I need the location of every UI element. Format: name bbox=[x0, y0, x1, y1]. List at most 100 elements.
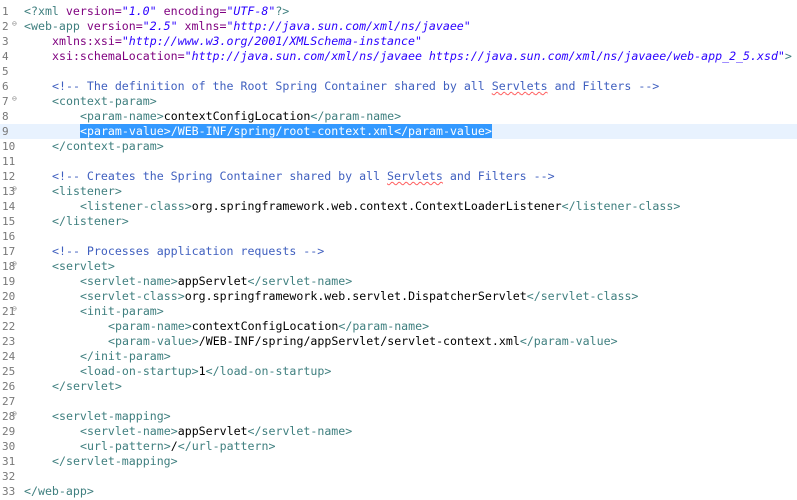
code-content: <param-name>contextConfigLocation</param… bbox=[108, 319, 429, 334]
code-content: <!-- Processes application requests --> bbox=[52, 244, 324, 259]
code-line[interactable]: 26 </servlet> bbox=[0, 379, 797, 394]
line-number: 3 bbox=[2, 35, 9, 48]
code-line[interactable]: 22 <param-name>contextConfigLocation</par… bbox=[0, 319, 797, 334]
code-line[interactable]: 10 </context-param> bbox=[0, 139, 797, 154]
xml-text: 1 bbox=[198, 364, 206, 378]
code-line[interactable]: 1 <?xml version="1.0" encoding="UTF-8"?> bbox=[0, 4, 797, 19]
code-line[interactable]: 2 ⊖ <web-app version="2.5" xmlns="http://j… bbox=[0, 19, 797, 34]
xml-tag: </servlet-name> bbox=[247, 274, 353, 288]
line-number: 16 bbox=[2, 230, 16, 243]
fold-collapse-icon[interactable]: ⊖ bbox=[12, 260, 17, 268]
xml-tag: </servlet> bbox=[52, 379, 122, 393]
code-content: <!-- Creates the Spring Container shared… bbox=[52, 169, 555, 184]
xml-text: appServlet bbox=[177, 424, 248, 438]
code-line-current[interactable]: 9 <param-value>/WEB-INF/spring/root-conte… bbox=[0, 124, 797, 139]
xml-tag: <param-value> bbox=[108, 334, 199, 348]
code-line[interactable]: 6 <!-- The definition of the Root Spring … bbox=[0, 79, 797, 94]
code-line[interactable]: 17 <!-- Processes application requests --… bbox=[0, 244, 797, 259]
line-number: 1 bbox=[2, 5, 9, 18]
code-line[interactable]: 7 ⊖ <context-param> bbox=[0, 94, 797, 109]
code-line[interactable]: 14 <listener-class>org.springframework.we… bbox=[0, 199, 797, 214]
xml-comment: <!-- The definition of the Root Spring C… bbox=[52, 79, 492, 93]
code-content: <servlet-class>org.springframework.web.s… bbox=[80, 289, 638, 304]
code-content: <param-value>/WEB-INF/spring/appServlet/… bbox=[108, 334, 618, 349]
code-line[interactable]: 16 bbox=[0, 229, 797, 244]
line-number: 32 bbox=[2, 470, 16, 483]
xml-attribute-value: "http://java.sun.com/xml/ns/javaee" bbox=[226, 19, 471, 33]
line-number: 23 bbox=[2, 335, 16, 348]
line-number: 26 bbox=[2, 380, 16, 393]
xml-attribute-value: "http://www.w3.org/2001/XMLSchema-instan… bbox=[121, 34, 422, 48]
xml-tag: > bbox=[784, 49, 792, 63]
fold-collapse-icon[interactable]: ⊖ bbox=[12, 95, 17, 103]
code-content: </web-app> bbox=[24, 484, 94, 499]
code-content: </context-param> bbox=[52, 139, 164, 154]
xml-comment: <!-- Creates the Spring Container shared… bbox=[52, 169, 388, 183]
code-line[interactable]: 21 ⊖ <init-param> bbox=[0, 304, 797, 319]
xml-tag: <load-on-startup> bbox=[80, 364, 199, 378]
code-content: <param-name>contextConfigLocation</param… bbox=[80, 109, 401, 124]
fold-collapse-icon[interactable]: ⊖ bbox=[12, 20, 17, 28]
xml-tag: <servlet-class> bbox=[80, 289, 185, 303]
xml-tag: ?> bbox=[275, 4, 290, 18]
code-line[interactable]: 20 <servlet-class>org.springframework.web… bbox=[0, 289, 797, 304]
code-content: <listener-class>org.springframework.web.… bbox=[80, 199, 680, 214]
xml-comment: <!-- Processes application requests --> bbox=[52, 244, 325, 258]
line-number: 12 bbox=[2, 170, 16, 183]
fold-collapse-icon[interactable]: ⊖ bbox=[12, 185, 17, 193]
xml-text: appServlet bbox=[177, 274, 248, 288]
xml-tag: </param-value> bbox=[519, 334, 618, 348]
code-line[interactable]: 24 </init-param> bbox=[0, 349, 797, 364]
xml-code-editor[interactable]: 1 <?xml version="1.0" encoding="UTF-8"?> 2… bbox=[0, 0, 797, 500]
code-line[interactable]: 3 xmlns:xsi="http://www.w3.org/2001/XMLSc… bbox=[0, 34, 797, 49]
fold-collapse-icon[interactable]: ⊖ bbox=[12, 305, 17, 313]
xml-tag: </servlet-name> bbox=[247, 424, 353, 438]
xml-tag: </param-name> bbox=[338, 319, 430, 333]
code-content: xsi:schemaLocation="http://java.sun.com/… bbox=[52, 49, 792, 64]
code-line[interactable]: 12 <!-- Creates the Spring Container shar… bbox=[0, 169, 797, 184]
spelling-flagged-word: Servlets bbox=[491, 79, 548, 93]
line-number: 19 bbox=[2, 275, 16, 288]
xml-tag: </listener-class> bbox=[561, 199, 681, 213]
line-number: 5 bbox=[2, 65, 9, 78]
code-content: </servlet-mapping> bbox=[52, 454, 178, 469]
xml-comment: and Filters --> bbox=[547, 79, 660, 93]
xml-tag: <listener-class> bbox=[80, 199, 192, 213]
code-line[interactable]: 18 ⊖ <servlet> bbox=[0, 259, 797, 274]
line-number: 14 bbox=[2, 200, 16, 213]
xml-text: contextConfigLocation bbox=[163, 109, 311, 123]
code-line[interactable]: 30 <url-pattern>/</url-pattern> bbox=[0, 439, 797, 454]
code-line[interactable]: 25 <load-on-startup>1</load-on-startup> bbox=[0, 364, 797, 379]
code-line[interactable]: 28 ⊖ <servlet-mapping> bbox=[0, 409, 797, 424]
xml-attribute: version= bbox=[65, 4, 122, 18]
code-line[interactable]: 29 <servlet-name>appServlet</servlet-name… bbox=[0, 424, 797, 439]
xml-attribute: xsi:schemaLocation= bbox=[52, 49, 185, 63]
code-line[interactable]: 11 bbox=[0, 154, 797, 169]
line-number: 8 bbox=[2, 110, 9, 123]
xml-tag: </url-pattern> bbox=[177, 439, 276, 453]
xml-attribute-value: "2.5" bbox=[142, 19, 178, 33]
code-line[interactable]: 13 ⊖ <listener> bbox=[0, 184, 797, 199]
xml-tag: </web-app> bbox=[24, 484, 94, 498]
line-number: 29 bbox=[2, 425, 16, 438]
code-line[interactable]: 23 <param-value>/WEB-INF/spring/appServle… bbox=[0, 334, 797, 349]
code-line[interactable]: 19 <servlet-name>appServlet</servlet-name… bbox=[0, 274, 797, 289]
xml-tag: <servlet-mapping> bbox=[52, 409, 171, 423]
code-line[interactable]: 5 bbox=[0, 64, 797, 79]
code-line[interactable]: 27 bbox=[0, 394, 797, 409]
code-line[interactable]: 33 </web-app> bbox=[0, 484, 797, 499]
xml-attribute: xmlns= bbox=[177, 19, 227, 33]
code-line[interactable]: 15 </listener> bbox=[0, 214, 797, 229]
fold-collapse-icon[interactable]: ⊖ bbox=[12, 410, 17, 418]
code-line[interactable]: 32 bbox=[0, 469, 797, 484]
code-line[interactable]: 31 </servlet-mapping> bbox=[0, 454, 797, 469]
xml-text: contextConfigLocation bbox=[191, 319, 339, 333]
xml-tag: </context-param> bbox=[52, 139, 164, 153]
code-line[interactable]: 4 xsi:schemaLocation="http://java.sun.com… bbox=[0, 49, 797, 64]
code-line[interactable]: 8 <param-name>contextConfigLocation</para… bbox=[0, 109, 797, 124]
line-number: 33 bbox=[2, 485, 16, 498]
code-content: <url-pattern>/</url-pattern> bbox=[80, 439, 275, 454]
xml-tag: <init-param> bbox=[80, 304, 164, 318]
xml-text: /WEB-INF/spring/appServlet/servlet-conte… bbox=[198, 334, 520, 348]
line-number: 24 bbox=[2, 350, 16, 363]
